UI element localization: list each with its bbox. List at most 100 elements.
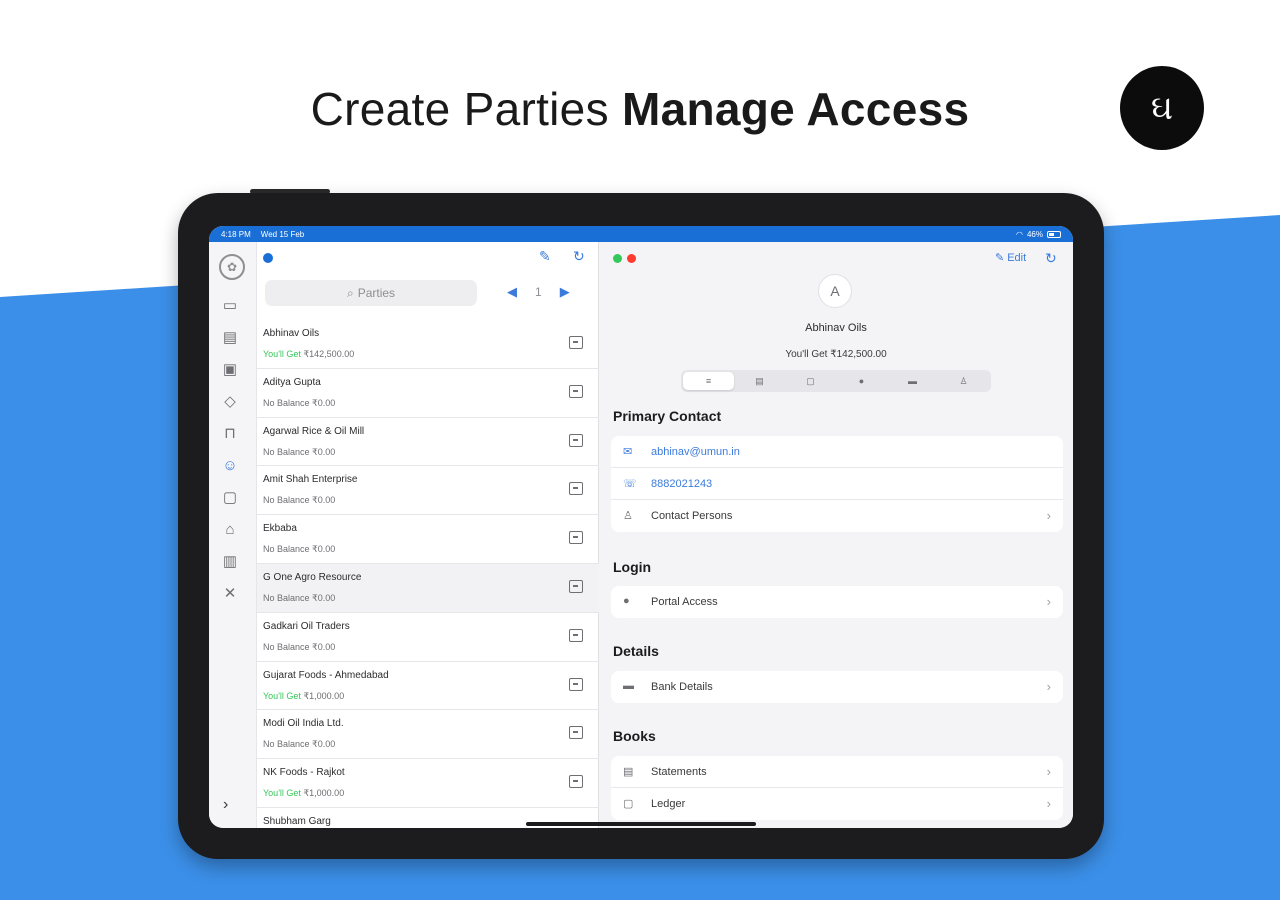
books-heading: Books <box>613 728 656 744</box>
tools-icon[interactable]: ✕ <box>219 582 241 604</box>
ledger-book-icon: ▢ <box>623 798 634 810</box>
app-logo-icon[interactable]: ✿ <box>219 254 245 280</box>
avatar: A <box>818 274 852 308</box>
pencil-icon: ✎ <box>995 252 1005 264</box>
balance-amount: ₹0.00 <box>312 397 336 408</box>
building-icon[interactable]: ▥ <box>219 550 241 572</box>
tab-globe-icon[interactable]: ● <box>836 372 887 390</box>
tag-icon[interactable]: ◇ <box>219 390 241 412</box>
phone-row[interactable]: ☏ 8882021243 <box>611 468 1063 500</box>
party-row[interactable]: Abhinav Oils You'll Get ₹142,500.00 <box>257 320 599 369</box>
statement-icon: ▤ <box>623 766 634 778</box>
tab-person-icon[interactable]: ♙ <box>938 372 989 390</box>
inbox-icon[interactable]: ▭ <box>219 294 241 316</box>
party-row[interactable]: Ekbaba No Balance ₹0.00 <box>257 515 599 564</box>
close-dot[interactable] <box>627 254 636 263</box>
party-row[interactable]: G One Agro Resource No Balance ₹0.00 <box>257 563 599 613</box>
primary-contact-card: ✉ abhinav@umun.in ☏ 8882021243 ♙ Contact… <box>611 436 1063 532</box>
party-title: Abhinav Oils <box>805 322 867 334</box>
chevron-right-icon: › <box>1046 764 1051 779</box>
archive-icon[interactable] <box>569 531 583 545</box>
tab-list-icon[interactable]: ≡ <box>683 372 734 390</box>
refresh-icon[interactable]: ↻ <box>1045 250 1057 267</box>
ledger-label: Ledger <box>651 798 686 810</box>
expand-sidebar-chevron-icon[interactable]: › <box>223 796 228 814</box>
party-row[interactable]: Modi Oil India Ltd. No Balance ₹0.00 <box>257 710 599 760</box>
party-name: Amit Shah Enterprise <box>263 474 358 486</box>
parties-list: Abhinav Oils You'll Get ₹142,500.00 Adit… <box>257 320 599 828</box>
bag-icon[interactable]: ⊓ <box>219 422 241 444</box>
mail-icon: ✉ <box>623 446 633 458</box>
search-placeholder: Parties <box>357 286 396 300</box>
basket-icon[interactable]: ⌂ <box>219 518 241 540</box>
balance-amount: ₹0.00 <box>312 495 336 506</box>
balance-amount: ₹1,000.00 <box>303 788 345 799</box>
archive-icon[interactable] <box>569 628 583 642</box>
tab-card-icon[interactable]: ▬ <box>887 372 938 390</box>
window-controls <box>613 254 636 263</box>
chevron-right-icon: › <box>1046 796 1051 811</box>
person-icon: ♙ <box>623 510 633 522</box>
document-icon[interactable]: ▤ <box>219 326 241 348</box>
chevron-right-icon: › <box>1046 594 1051 609</box>
parties-search-input[interactable]: ⌕ Parties <box>265 280 477 306</box>
party-row[interactable]: Aditya Gupta No Balance ₹0.00 <box>257 369 599 418</box>
party-detail-pane: ✎ Edit ↻ A Abhinav Oils You'll Get ₹142,… <box>599 242 1073 828</box>
archive-icon[interactable] <box>569 726 583 740</box>
tab-book-icon[interactable]: ▢ <box>785 372 836 390</box>
archive-icon[interactable] <box>569 677 583 691</box>
balance-label: No Balance <box>263 739 310 750</box>
bank-details-row[interactable]: ▬ Bank Details › <box>611 671 1063 703</box>
phone-value: 8882021243 <box>651 477 713 490</box>
archive-icon[interactable] <box>569 384 583 398</box>
party-row[interactable]: NK Foods - Rajkot You'll Get ₹1,000.00 <box>257 759 599 808</box>
next-page-button[interactable]: ▶ <box>560 284 570 300</box>
tablet-screen: 4:18 PM Wed 15 Feb ◠ 46% ✿ ▭ ▤ ▣ ◇ ⊓ ☺ ▢… <box>209 226 1073 828</box>
email-row[interactable]: ✉ abhinav@umun.in <box>611 436 1063 468</box>
refresh-icon[interactable]: ↻ <box>573 248 585 265</box>
ledger-row[interactable]: ▢ Ledger › <box>611 788 1063 820</box>
archive-icon[interactable] <box>569 482 583 496</box>
balance-amount: ₹142,500.00 <box>303 349 355 359</box>
maximize-dot[interactable] <box>613 254 622 263</box>
party-name: Gadkari Oil Traders <box>263 620 350 632</box>
balance-label: You'll Get <box>263 349 301 359</box>
prev-page-button[interactable]: ◀ <box>507 284 517 300</box>
archive-icon[interactable] <box>569 579 583 593</box>
balance-amount: ₹0.00 <box>312 641 336 652</box>
party-name: Agarwal Rice & Oil Mill <box>263 425 365 437</box>
archive-icon[interactable] <box>569 775 583 789</box>
wifi-icon: ◠ <box>1016 229 1023 239</box>
details-card: ▬ Bank Details › <box>611 671 1063 703</box>
status-bar: 4:18 PM Wed 15 Feb ◠ 46% <box>209 226 1073 242</box>
people-icon[interactable]: ☺ <box>219 454 241 476</box>
contact-persons-row[interactable]: ♙ Contact Persons › <box>611 500 1063 532</box>
pagination: ◀ 1 ▶ <box>507 284 570 300</box>
chevron-right-icon: › <box>1046 508 1051 523</box>
party-row[interactable]: Agarwal Rice & Oil Mill No Balance ₹0.00 <box>257 418 599 467</box>
archive-icon[interactable] <box>569 336 583 349</box>
balance-label: No Balance <box>263 397 310 408</box>
party-row[interactable]: Gadkari Oil Traders No Balance ₹0.00 <box>257 613 599 662</box>
compose-icon[interactable]: ✎ <box>539 248 551 265</box>
balance-amount: ₹0.00 <box>312 544 336 555</box>
tab-document-icon[interactable]: ▤ <box>734 372 785 390</box>
battery-icon <box>1047 230 1061 238</box>
party-row[interactable]: Amit Shah Enterprise No Balance ₹0.00 <box>257 466 599 516</box>
details-heading: Details <box>613 643 659 659</box>
balance-amount: ₹0.00 <box>312 446 336 457</box>
books-card: ▤ Statements › ▢ Ledger › <box>611 756 1063 820</box>
list-toolbar: ✎ ↻ <box>257 242 599 276</box>
headline-part-2: Manage Access <box>621 83 970 135</box>
money-icon[interactable]: ▣ <box>219 358 241 380</box>
edit-button[interactable]: ✎ Edit <box>995 251 1026 265</box>
wallet-icon[interactable]: ▢ <box>219 486 241 508</box>
party-row[interactable]: Gujarat Foods - Ahmedabad You'll Get ₹1,… <box>257 662 599 711</box>
status-date: Wed 15 Feb <box>260 229 305 239</box>
portal-access-row[interactable]: ● Portal Access › <box>611 586 1063 618</box>
bank-card-icon: ▬ <box>623 680 634 692</box>
statements-row[interactable]: ▤ Statements › <box>611 756 1063 788</box>
archive-icon[interactable] <box>569 433 583 447</box>
primary-contact-heading: Primary Contact <box>613 408 722 424</box>
chevron-right-icon: › <box>1046 679 1051 694</box>
